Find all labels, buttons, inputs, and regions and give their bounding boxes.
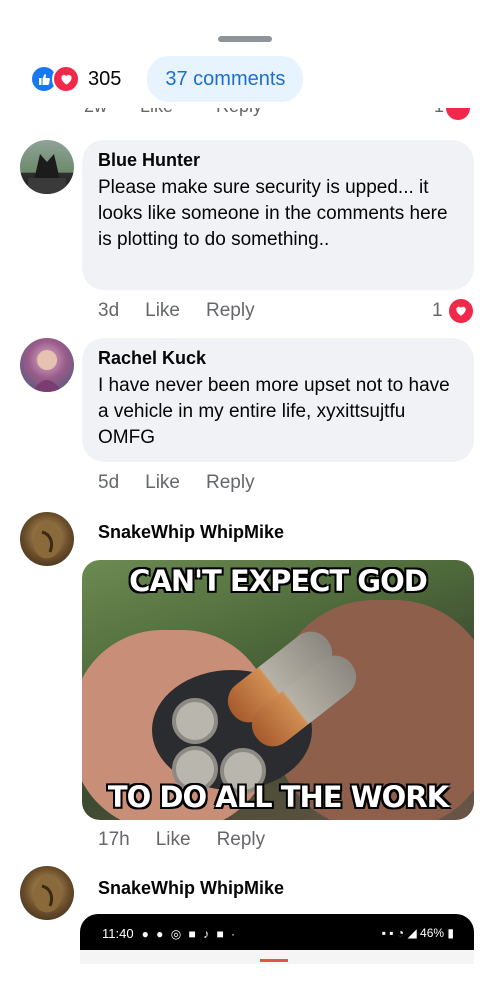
like-link[interactable]: Like (156, 829, 191, 851)
comment-author[interactable]: Rachel Kuck (98, 348, 458, 369)
battery-level: 46% (420, 926, 445, 940)
previous-comment-actions: 2w Like Reply 1 (84, 108, 484, 122)
meme-top-caption: CAN'T EXPECT GOD (129, 564, 428, 598)
meme-bottom-caption: TO DO ALL THE WORK (107, 780, 449, 814)
reaction-count: 1 (432, 300, 443, 321)
screenshot-system-icons: ▪ ▪ ◔ ◢ 46% ▮ (382, 926, 454, 940)
comment-bubble: Blue Hunter Please make sure security is… (82, 140, 474, 290)
screenshot-status-bar: 11:40 ● ● ◎ ■ ♪ ■ · (102, 926, 237, 941)
comments-header: 305 37 comments (30, 56, 304, 102)
battery-icon: ▮ (444, 926, 454, 940)
signal-icon: ▪ ▪ ◔ ◢ (381, 926, 421, 940)
reply-link[interactable]: Reply (217, 829, 266, 851)
like-link[interactable]: Like (145, 300, 180, 322)
comment-time: 2w (84, 108, 107, 117)
comment-author[interactable]: SnakeWhip WhipMike (98, 878, 284, 899)
avatar[interactable] (20, 866, 74, 920)
reaction-count: 1 (434, 108, 444, 117)
comment-time: 17h (98, 829, 130, 850)
like-link[interactable]: Like (140, 108, 173, 117)
drag-handle[interactable] (218, 36, 272, 42)
reaction-count: 305 (88, 67, 122, 90)
screenshot-image[interactable]: 11:40 ● ● ◎ ■ ♪ ■ · ▪ ▪ ◔ ◢ 46% ▮ (80, 914, 474, 964)
comment-text: Please make sure security is upped... it… (98, 177, 448, 250)
comment-time: 5d (98, 472, 120, 493)
comment-author[interactable]: SnakeWhip WhipMike (98, 522, 284, 543)
comment-time: 3d (98, 300, 120, 321)
avatar[interactable] (20, 338, 74, 392)
reply-link[interactable]: Reply (216, 108, 262, 117)
love-reaction-icon (446, 297, 475, 325)
reply-link[interactable]: Reply (206, 472, 255, 494)
comment-text: I have never been more upset not to have… (98, 375, 450, 448)
comment-reactions[interactable]: 1 (432, 297, 475, 325)
love-reaction-icon (446, 108, 470, 120)
comment-bubble: Rachel Kuck I have never been more upset… (82, 338, 474, 462)
comments-count-button[interactable]: 37 comments (147, 56, 304, 102)
comment-author[interactable]: Blue Hunter (98, 150, 458, 171)
reaction-summary[interactable]: 305 (30, 65, 121, 93)
avatar[interactable] (20, 512, 74, 566)
reply-link[interactable]: Reply (206, 300, 255, 322)
screenshot-time: 11:40 (102, 926, 134, 941)
comment-actions: 3d Like Reply (98, 300, 281, 322)
comment-actions: 5d Like Reply (98, 472, 281, 494)
like-link[interactable]: Like (145, 472, 180, 494)
comment-actions: 17h Like Reply (98, 829, 291, 851)
notification-icons: ● ● ◎ ■ ♪ ■ · (141, 926, 238, 941)
love-reaction-icon (52, 65, 80, 93)
avatar[interactable] (20, 140, 74, 194)
meme-image[interactable]: CAN'T EXPECT GOD TO DO ALL THE WORK (82, 560, 474, 820)
